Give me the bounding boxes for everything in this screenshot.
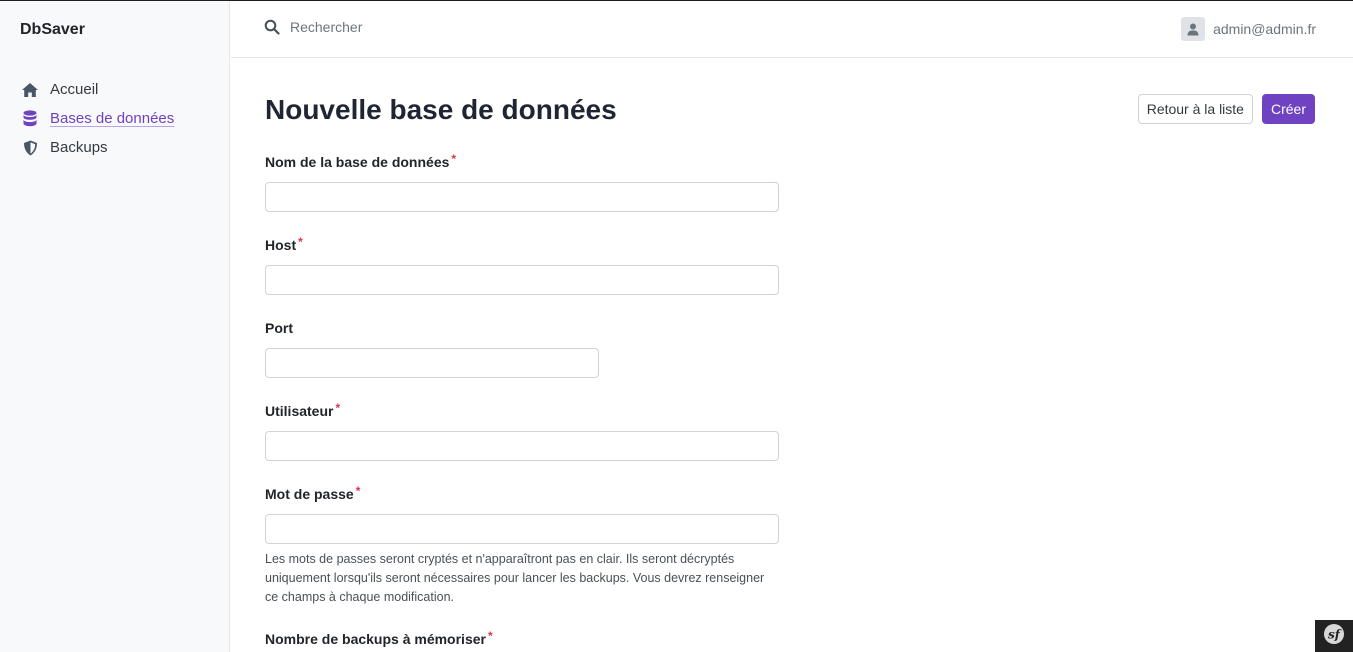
host-input[interactable]: [265, 265, 779, 295]
password-help-text: Les mots de passes seront cryptés et n'a…: [265, 552, 765, 604]
field-label-text: Utilisateur: [265, 403, 334, 419]
field-label-text: Host: [265, 237, 297, 253]
required-marker: *: [355, 484, 361, 498]
field-user: Utilisateur *: [265, 401, 779, 461]
sidebar-item-label: Accueil: [50, 81, 99, 98]
user-avatar-icon: [1181, 17, 1206, 41]
database-icon: [20, 109, 40, 129]
field-label-text: Nombre de backups à mémoriser: [265, 631, 486, 647]
field-label-text: Mot de passe: [265, 486, 354, 502]
field-label: Mot de passe *: [265, 484, 779, 502]
sidebar: DbSaver Accueil Bases de données Backups: [0, 1, 230, 652]
top-header: Rechercher admin@admin.fr: [231, 1, 1353, 58]
sidebar-item-label: Bases de données: [50, 110, 175, 127]
field-port: Port: [265, 320, 599, 378]
field-label: Nombre de backups à mémoriser *: [265, 629, 493, 647]
sidebar-nav: Accueil Bases de données Backups: [20, 75, 174, 162]
required-marker: *: [487, 629, 493, 643]
search-bar[interactable]: Rechercher: [264, 19, 362, 35]
user-input[interactable]: [265, 431, 779, 461]
sidebar-item-accueil[interactable]: Accueil: [20, 75, 174, 104]
field-label: Nom de la base de données *: [265, 152, 779, 170]
search-icon: [264, 19, 280, 35]
user-email: admin@admin.fr: [1213, 21, 1316, 37]
required-marker: *: [451, 152, 457, 166]
field-label: Utilisateur *: [265, 401, 779, 419]
user-menu[interactable]: admin@admin.fr: [1181, 17, 1316, 41]
field-label: Host *: [265, 235, 779, 253]
field-label: Port: [265, 320, 599, 336]
field-password: Mot de passe * Les mots de passes seront …: [265, 484, 779, 607]
page-title: Nouvelle base de données: [265, 94, 617, 125]
app-brand[interactable]: DbSaver: [20, 21, 85, 39]
field-database-name: Nom de la base de données *: [265, 152, 779, 212]
home-icon: [20, 80, 40, 100]
port-input[interactable]: [265, 348, 599, 378]
field-label-text: Nom de la base de données: [265, 154, 450, 170]
svg-text:sf: sf: [1328, 627, 1342, 641]
page-actions: Retour à la liste Créer: [1137, 94, 1315, 124]
field-host: Host *: [265, 235, 779, 295]
field-label-text: Port: [265, 320, 293, 336]
shield-icon: [20, 138, 40, 158]
symfony-logo-icon: sf: [1323, 623, 1345, 650]
symfony-toolbar-toggle[interactable]: sf: [1315, 620, 1353, 652]
password-input[interactable]: [265, 514, 779, 544]
required-marker: *: [335, 401, 341, 415]
sidebar-item-bases-de-donnees[interactable]: Bases de données: [20, 104, 174, 133]
sidebar-item-backups[interactable]: Backups: [20, 133, 174, 162]
required-marker: *: [298, 235, 303, 249]
back-to-list-button[interactable]: Retour à la liste: [1137, 94, 1253, 124]
field-backups-count: Nombre de backups à mémoriser *: [265, 629, 493, 647]
database-name-input[interactable]: [265, 182, 779, 212]
create-button[interactable]: Créer: [1261, 94, 1315, 124]
sidebar-item-label: Backups: [50, 139, 108, 156]
search-input[interactable]: Rechercher: [290, 19, 362, 35]
